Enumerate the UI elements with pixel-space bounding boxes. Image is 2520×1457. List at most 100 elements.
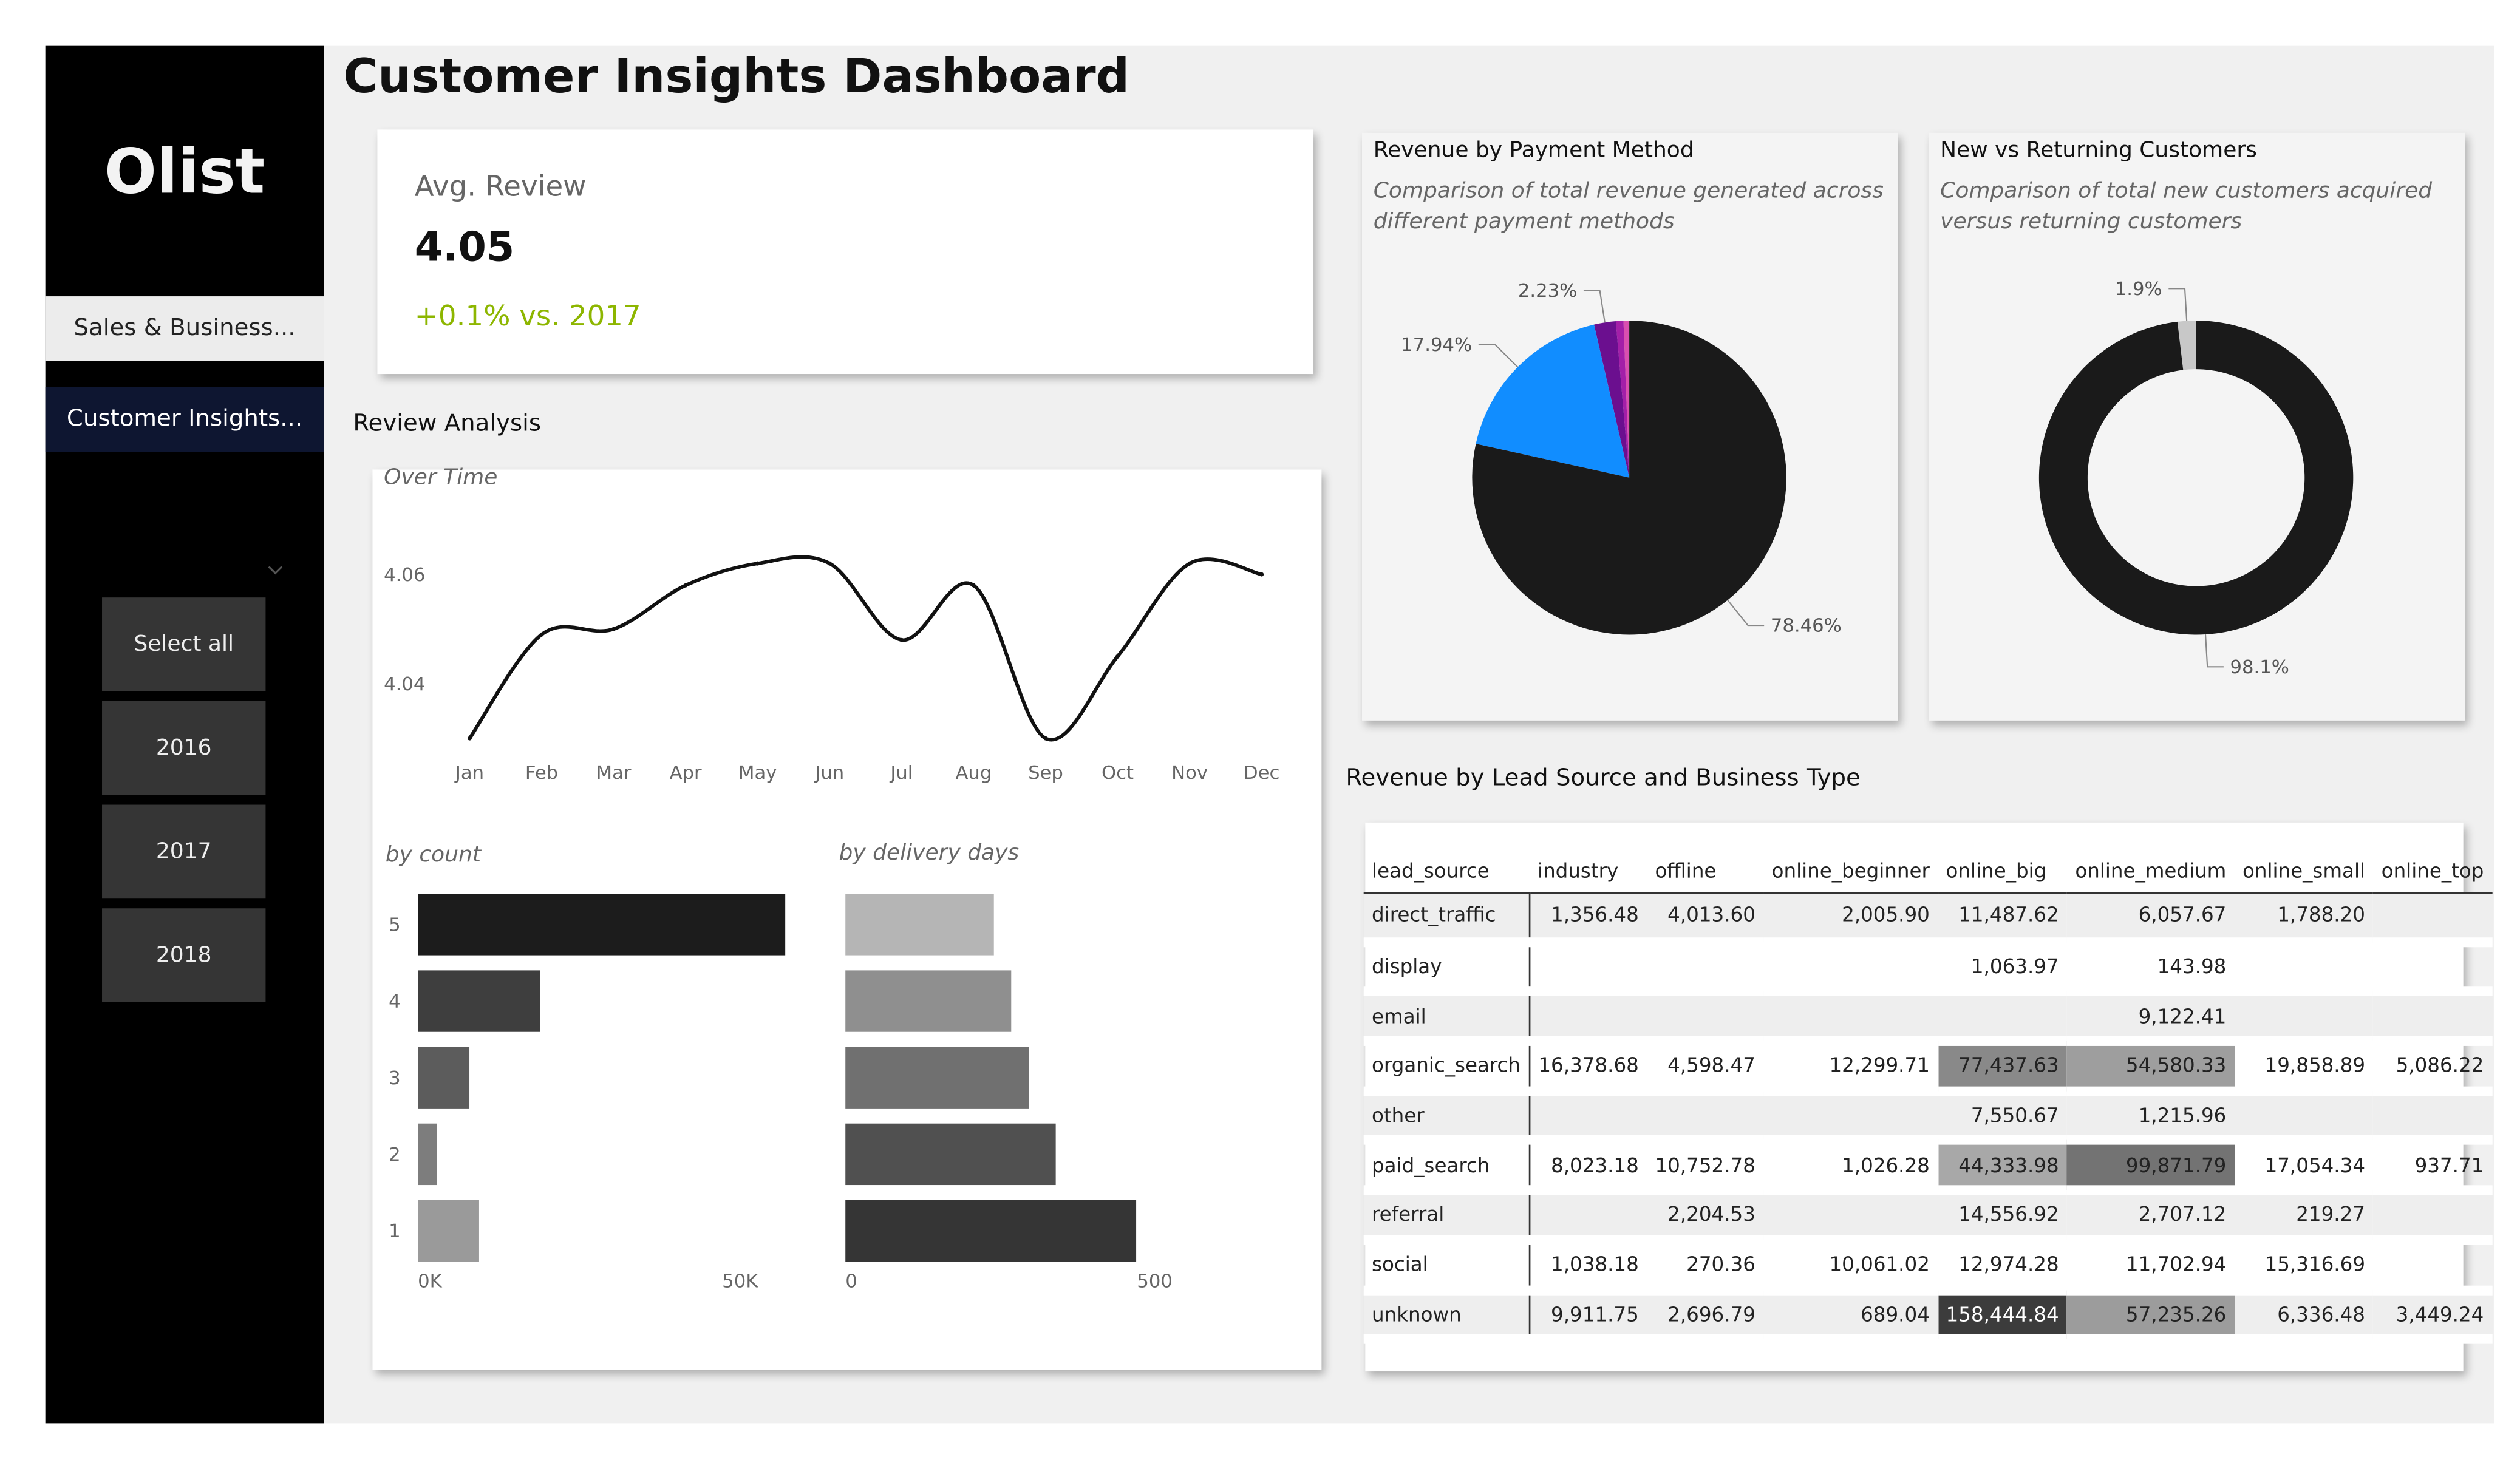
- kpi-label: Avg. Review: [414, 171, 587, 205]
- bar: [418, 1123, 437, 1186]
- table-cell: [1763, 991, 1938, 1047]
- table-cell: 11,487.62: [1938, 892, 2068, 947]
- x-tick-label: 500: [1137, 1271, 1173, 1292]
- table-cell: 937.71: [2373, 1140, 2492, 1195]
- data-point: [611, 627, 616, 631]
- customers-donut-chart: 1.9% 98.1%: [2038, 279, 2354, 678]
- table-cell: 1,063.97: [1938, 942, 2068, 997]
- bar: [418, 1047, 470, 1109]
- x-tick-label: Jun: [814, 762, 844, 784]
- slicer-select-all[interactable]: Select all: [102, 597, 266, 691]
- x-tick-label: Jul: [889, 762, 913, 784]
- table-cell: 57,235.26: [2067, 1289, 2235, 1345]
- table-cell: 9,122.41: [2067, 991, 2235, 1047]
- x-tick-label: 0: [845, 1271, 857, 1292]
- row-header: referral: [1363, 1190, 1531, 1245]
- x-tick-label: Nov: [1171, 762, 1208, 784]
- table-cell: 19,858.89: [2234, 1041, 2374, 1096]
- row-header: display: [1363, 942, 1531, 997]
- row-header: unknown: [1363, 1289, 1531, 1345]
- table-row: direct_traffic 1,356.48 4,013.60 2,005.90 11…: [1363, 892, 2492, 947]
- table-cell: [2373, 1190, 2492, 1245]
- matrix-title: Revenue by Lead Source and Business Type: [1346, 766, 1861, 792]
- table-cell: [1529, 942, 1647, 997]
- data-point: [467, 736, 472, 741]
- x-tick-label: Feb: [525, 762, 558, 784]
- y-tick-label: 3: [389, 1068, 401, 1089]
- table-cell: 14,556.92: [1938, 1190, 2068, 1245]
- column-header[interactable]: online_beginner: [1763, 850, 1938, 893]
- table-row: unknown 9,911.75 2,696.79 689.04 158,444.84 5…: [1363, 1289, 2492, 1345]
- table-cell: [1647, 1090, 1764, 1146]
- slicer-2018[interactable]: 2018: [102, 908, 266, 1002]
- slice-label: 17.94%: [1401, 335, 1472, 356]
- data-point: [1043, 736, 1048, 741]
- table-cell: 689.04: [1763, 1289, 1938, 1345]
- table-cell: 11,702.94: [2067, 1240, 2235, 1295]
- y-tick-label: 5: [389, 915, 401, 936]
- y-tick-label: 2: [389, 1144, 401, 1166]
- table-cell: [2373, 942, 2492, 997]
- column-header[interactable]: online_small: [2234, 850, 2374, 893]
- row-header: email: [1363, 991, 1531, 1047]
- table-row: email 9,122.41: [1363, 991, 2492, 1047]
- table-cell: 54,580.33: [2067, 1041, 2235, 1096]
- table-cell: [2234, 942, 2374, 997]
- table-cell: [2234, 991, 2374, 1047]
- table-cell: 2,204.53: [1647, 1190, 1764, 1245]
- table-cell: [1763, 942, 1938, 997]
- review-line-chart: 4.04 4.06 Jan Feb Mar Apr May Jun Jul Aug Sep Oct No…: [384, 555, 1279, 784]
- column-header[interactable]: lead_source: [1363, 850, 1530, 893]
- review-delivery-bar-chart: 0 500: [845, 894, 1173, 1292]
- y-tick-label: 1: [389, 1221, 401, 1242]
- leader-line: [1583, 290, 1606, 323]
- data-point: [1115, 654, 1120, 659]
- table-cell: 7,550.67: [1938, 1090, 2068, 1146]
- table-cell: 158,444.84: [1938, 1289, 2068, 1345]
- x-tick-label: 0K: [418, 1271, 443, 1292]
- slice-label: 1.9%: [2115, 279, 2162, 300]
- table-cell: [2373, 1090, 2492, 1146]
- table-cell: 219.27: [2234, 1190, 2374, 1245]
- nav-sales-business[interactable]: Sales & Business...: [45, 296, 324, 361]
- x-tick-label: Sep: [1028, 762, 1063, 784]
- x-tick-label: Mar: [596, 762, 632, 784]
- table-cell: 2,005.90: [1763, 892, 1938, 947]
- table-cell: 16,378.68: [1529, 1041, 1647, 1096]
- revenue-matrix-table: lead_source industry offline online_beginne…: [1363, 850, 2492, 1345]
- kpi-delta: +0.1% vs. 2017: [414, 301, 641, 334]
- table-cell: [1763, 1090, 1938, 1146]
- table-row: display 1,063.97 143.98: [1363, 942, 2492, 997]
- data-point: [1187, 561, 1192, 566]
- bar: [845, 1123, 1056, 1186]
- column-header[interactable]: online_big: [1938, 850, 2068, 893]
- slicer-2017[interactable]: 2017: [102, 804, 266, 899]
- column-header[interactable]: online_top: [2373, 850, 2492, 893]
- review-count-bar-chart: 5 4 3 2 1 0K 50K: [389, 894, 786, 1292]
- chevron-down-icon[interactable]: [265, 560, 285, 580]
- slicer-2016[interactable]: 2016: [102, 701, 266, 795]
- table-cell: 5,086.22: [2373, 1041, 2492, 1096]
- table-cell: [2234, 1090, 2374, 1146]
- table-cell: 4,598.47: [1647, 1041, 1764, 1096]
- data-point: [539, 632, 544, 637]
- by-count-subtitle: by count: [385, 841, 481, 868]
- y-tick-label: 4.04: [384, 674, 425, 695]
- table-cell: 10,752.78: [1647, 1140, 1764, 1195]
- table-cell: [1647, 942, 1764, 997]
- column-header[interactable]: offline: [1647, 850, 1764, 893]
- column-header[interactable]: online_medium: [2067, 850, 2235, 893]
- bar: [418, 894, 786, 956]
- table-cell: [2373, 991, 2492, 1047]
- row-header: other: [1363, 1090, 1531, 1146]
- by-delivery-subtitle: by delivery days: [839, 840, 1020, 866]
- table-cell: [2373, 1240, 2492, 1295]
- table-cell: 44,333.98: [1938, 1140, 2068, 1195]
- table-cell: 1,026.28: [1763, 1140, 1938, 1195]
- nav-customer-insights[interactable]: Customer Insights...: [45, 387, 324, 452]
- column-header[interactable]: industry: [1529, 850, 1647, 893]
- table-cell: 2,707.12: [2067, 1190, 2235, 1245]
- table-cell: 1,788.20: [2234, 892, 2374, 947]
- bar: [418, 1200, 479, 1262]
- slice-label: 2.23%: [1518, 280, 1577, 302]
